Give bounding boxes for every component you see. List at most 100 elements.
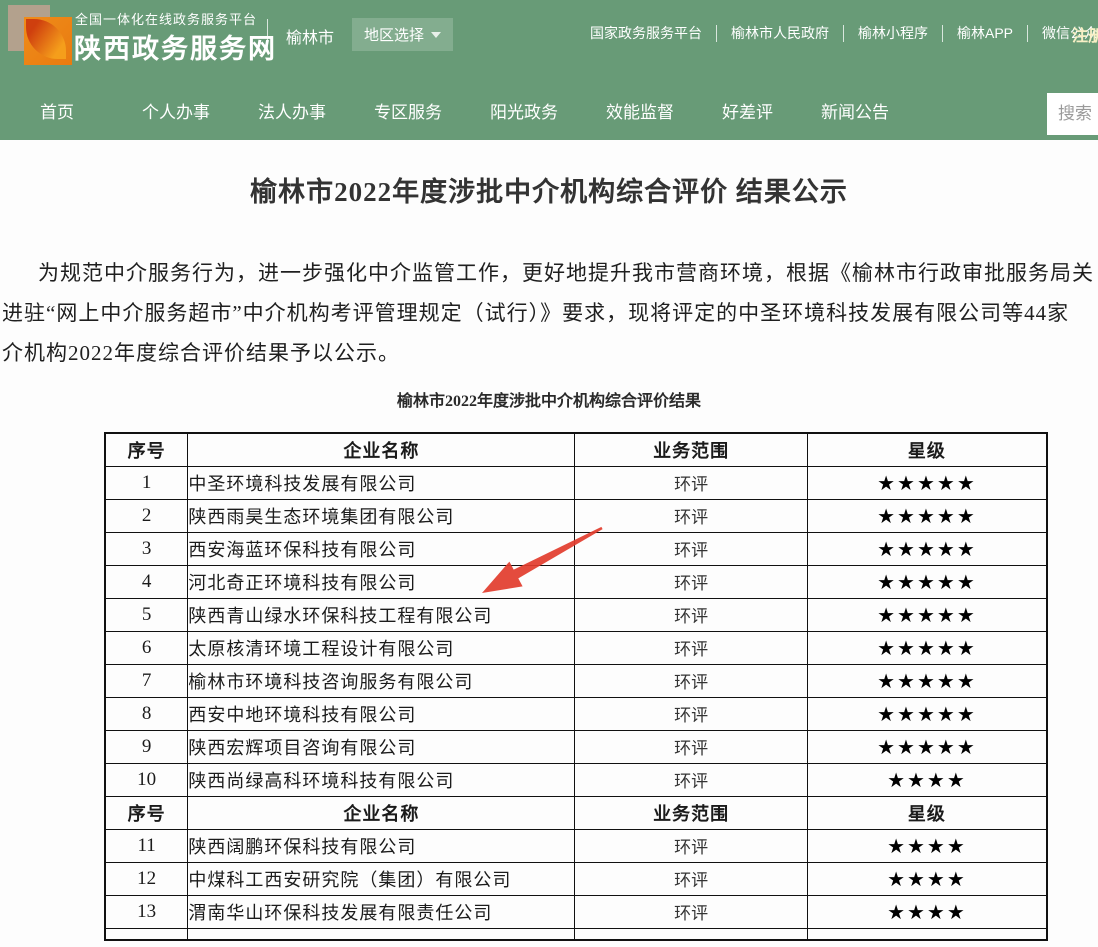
- table-row: 10陕西尚绿高科环境科技有限公司环评★★★★: [105, 763, 1047, 796]
- page-title: 榆林市2022年度涉批中介机构综合评价 结果公示: [0, 170, 1098, 209]
- top-link[interactable]: 榆林小程序: [844, 23, 942, 43]
- star-rating: ★★★★★: [807, 697, 1047, 730]
- table-header-row: 序号企业名称业务范围星级: [105, 433, 1047, 466]
- site-logo[interactable]: [8, 5, 72, 65]
- table-row: 5陕西青山绿水环保科技工程有限公司环评★★★★★: [105, 598, 1047, 631]
- star-rating: ★★★★★: [807, 664, 1047, 697]
- nav-item[interactable]: 好差评: [722, 98, 773, 123]
- table-row: 7榆林市环境科技咨询服务有限公司环评★★★★★: [105, 664, 1047, 697]
- region-selector-label: 地区选择: [364, 24, 424, 45]
- nav-item[interactable]: 法人办事: [258, 98, 326, 123]
- cell-empty: [188, 928, 575, 940]
- header-divider: [267, 19, 268, 50]
- cell-scope: 环评: [575, 631, 807, 664]
- cell-no: 9: [105, 730, 188, 763]
- cell-empty: [575, 928, 807, 940]
- table-row: 8西安中地环境科技有限公司环评★★★★★: [105, 697, 1047, 730]
- table-row: 12中煤科工西安研究院（集团）有限公司环评★★★★: [105, 862, 1047, 895]
- current-city: 榆林市: [286, 24, 334, 48]
- top-link[interactable]: 榆林市人民政府: [717, 23, 843, 43]
- cell-name: 陕西雨昊生态环境集团有限公司: [188, 499, 575, 532]
- column-header: 业务范围: [575, 796, 807, 829]
- cell-scope: 环评: [575, 565, 807, 598]
- cell-no: 3: [105, 532, 188, 565]
- cell-name: 中煤科工西安研究院（集团）有限公司: [188, 862, 575, 895]
- table-row: 13渭南华山环保科技发展有限责任公司环评★★★★: [105, 895, 1047, 928]
- table-row: 6太原核清环境工程设计有限公司环评★★★★★: [105, 631, 1047, 664]
- cell-no: 7: [105, 664, 188, 697]
- column-header: 企业名称: [188, 796, 575, 829]
- cell-scope: 环评: [575, 664, 807, 697]
- table-row: 2陕西雨昊生态环境集团有限公司环评★★★★★: [105, 499, 1047, 532]
- column-header: 企业名称: [188, 433, 575, 466]
- cell-scope: 环评: [575, 763, 807, 796]
- cell-no: 10: [105, 763, 188, 796]
- site-header: 全国一体化在线政务服务平台 陕西政务服务网 榆林市 地区选择 国家政务服务平台榆…: [0, 0, 1098, 140]
- announcement-paragraph: 为规范中介服务行为，进一步强化中介监管工作，更好地提升我市营商环境，根据《榆林市…: [2, 253, 1098, 373]
- cell-scope: 环评: [575, 598, 807, 631]
- cell-name: 太原核清环境工程设计有限公司: [188, 631, 575, 664]
- table-row: 3西安海蓝环保科技有限公司环评★★★★★: [105, 532, 1047, 565]
- cell-name: 陕西尚绿高科环境科技有限公司: [188, 763, 575, 796]
- paragraph-line: 介机构2022年度综合评价结果予以公示。: [2, 333, 1098, 373]
- star-rating: ★★★★★: [807, 532, 1047, 565]
- chevron-down-icon: [431, 32, 441, 38]
- star-rating: ★★★★★: [807, 466, 1047, 499]
- column-header: 星级: [807, 796, 1047, 829]
- nav-item[interactable]: 首页: [40, 98, 74, 123]
- cell-scope: 环评: [575, 499, 807, 532]
- cell-no: 4: [105, 565, 188, 598]
- nav-item[interactable]: 个人办事: [142, 98, 210, 123]
- region-selector-button[interactable]: 地区选择: [352, 18, 453, 51]
- column-header: 业务范围: [575, 433, 807, 466]
- evaluation-table: 序号企业名称业务范围星级1中圣环境科技发展有限公司环评★★★★★2陕西雨昊生态环…: [104, 432, 1048, 941]
- star-rating: ★★★★★: [807, 730, 1047, 763]
- cell-scope: 环评: [575, 730, 807, 763]
- star-rating: ★★★★★: [807, 631, 1047, 664]
- cell-scope: 环评: [575, 466, 807, 499]
- nav-item[interactable]: 效能监督: [606, 98, 674, 123]
- nav-item[interactable]: 专区服务: [374, 98, 442, 123]
- nav-item[interactable]: 阳光政务: [490, 98, 558, 123]
- column-header: 序号: [105, 433, 188, 466]
- search-input[interactable]: [1047, 93, 1098, 135]
- cell-no: 12: [105, 862, 188, 895]
- table-row: 11陕西阔鹏环保科技有限公司环评★★★★: [105, 829, 1047, 862]
- star-rating: ★★★★★: [807, 565, 1047, 598]
- cell-no: 5: [105, 598, 188, 631]
- table-row: 1中圣环境科技发展有限公司环评★★★★★: [105, 466, 1047, 499]
- cell-name: 河北奇正环境科技有限公司: [188, 565, 575, 598]
- platform-label: 全国一体化在线政务服务平台: [75, 9, 257, 28]
- top-link[interactable]: 国家政务服务平台: [576, 23, 716, 43]
- star-rating: ★★★★★: [807, 499, 1047, 532]
- star-rating: ★★★★: [807, 862, 1047, 895]
- column-header: 星级: [807, 433, 1047, 466]
- table-caption: 榆林市2022年度涉批中介机构综合评价结果: [0, 387, 1098, 411]
- nav-item[interactable]: 新闻公告: [821, 98, 889, 123]
- cell-name: 渭南华山环保科技发展有限责任公司: [188, 895, 575, 928]
- table-header-row: 序号企业名称业务范围星级: [105, 796, 1047, 829]
- cell-scope: 环评: [575, 697, 807, 730]
- cell-name: 西安海蓝环保科技有限公司: [188, 532, 575, 565]
- cell-name: 陕西宏辉项目咨询有限公司: [188, 730, 575, 763]
- cell-name: 陕西青山绿水环保科技工程有限公司: [188, 598, 575, 631]
- cell-name: 榆林市环境科技咨询服务有限公司: [188, 664, 575, 697]
- cell-name: 西安中地环境科技有限公司: [188, 697, 575, 730]
- cell-no: 2: [105, 499, 188, 532]
- cell-no: 1: [105, 466, 188, 499]
- cell-scope: 环评: [575, 895, 807, 928]
- cell-empty: [807, 928, 1047, 940]
- star-rating: ★★★★: [807, 763, 1047, 796]
- cell-scope: 环评: [575, 829, 807, 862]
- site-name: 陕西政务服务网: [74, 27, 277, 66]
- cell-empty: [105, 928, 188, 940]
- paragraph-line: 进驻“网上中介服务超市”中介机构考评管理规定（试行）》要求，现将评定的中圣环境科…: [2, 293, 1098, 333]
- top-link[interactable]: 榆林APP: [943, 23, 1027, 43]
- star-rating: ★★★★: [807, 895, 1047, 928]
- page: 全国一体化在线政务服务平台 陕西政务服务网 榆林市 地区选择 国家政务服务平台榆…: [0, 0, 1098, 947]
- column-header: 序号: [105, 796, 188, 829]
- cell-scope: 环评: [575, 532, 807, 565]
- register-link[interactable]: 注册: [1072, 22, 1098, 46]
- announcement-article: 榆林市2022年度涉批中介机构综合评价 结果公示 为规范中介服务行为，进一步强化…: [0, 140, 1098, 947]
- table-row-partial: [105, 928, 1047, 940]
